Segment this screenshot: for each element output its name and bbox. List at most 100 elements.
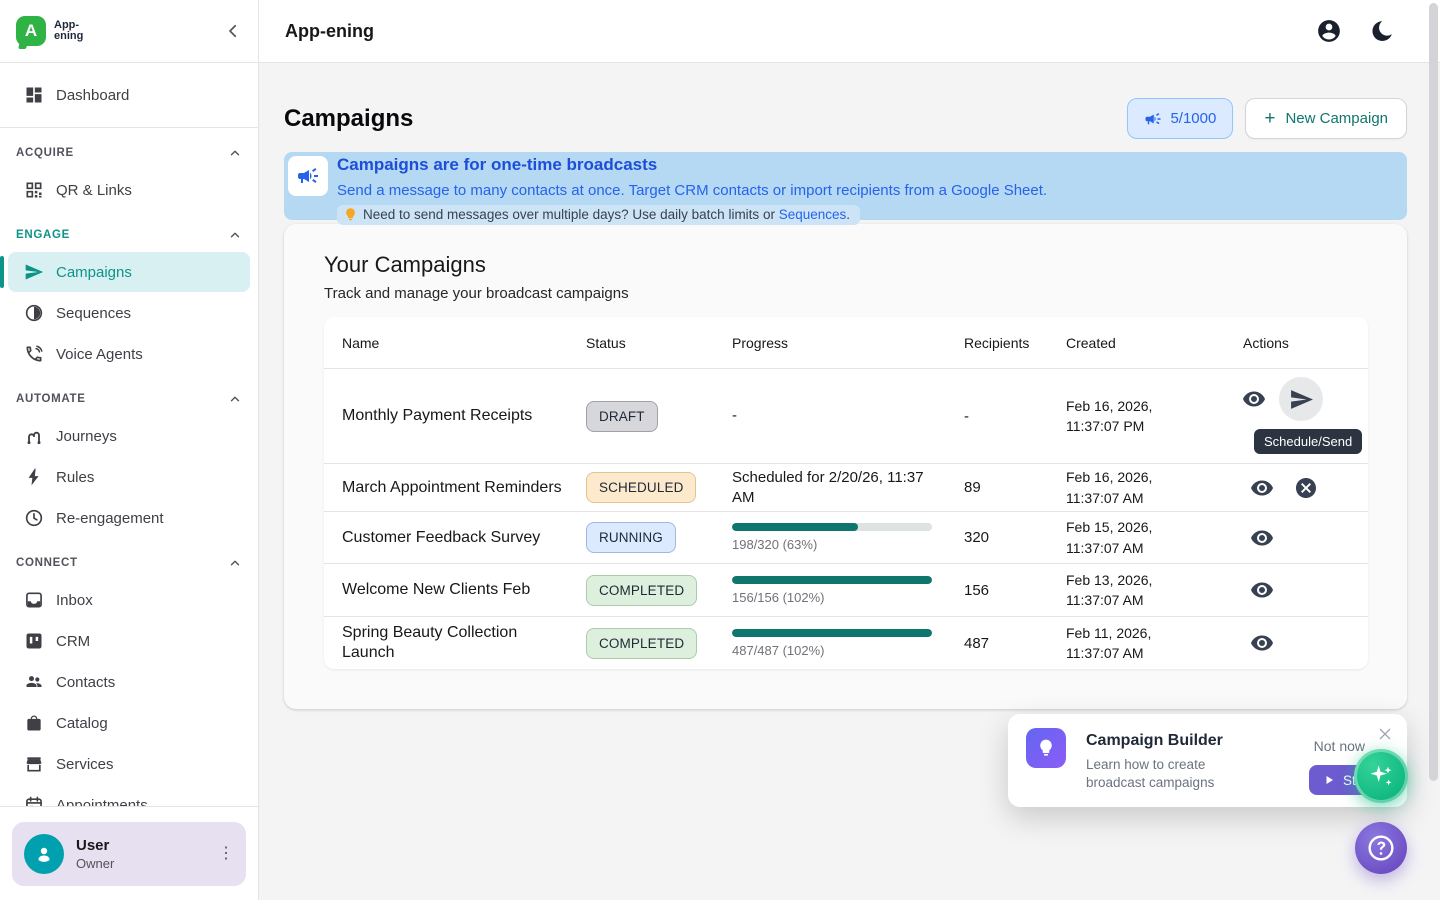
- campaign-quota-badge[interactable]: 5/1000: [1127, 98, 1233, 139]
- card-subtitle: Track and manage your broadcast campaign…: [324, 285, 1368, 302]
- sidebar-item-crm[interactable]: CRM: [8, 621, 250, 661]
- chevron-up-icon: [228, 556, 242, 570]
- scrollbar-thumb[interactable]: [1429, 3, 1438, 781]
- new-campaign-button[interactable]: + New Campaign: [1245, 98, 1407, 139]
- sidebar-item-appointments[interactable]: Appointments: [8, 785, 250, 806]
- topbar-actions: [1316, 18, 1394, 44]
- user-role: Owner: [76, 856, 114, 871]
- campaign-created: Feb 15, 2026, 11:37:07 AM: [1066, 517, 1243, 558]
- campaign-progress: 487/487 (102%): [732, 629, 964, 658]
- dark-mode-toggle[interactable]: [1370, 19, 1394, 43]
- sidebar-item-sequences[interactable]: Sequences: [8, 293, 250, 333]
- progress-bar: [732, 523, 932, 531]
- section-label: ACQUIRE: [16, 147, 74, 159]
- sidebar-item-label: Dashboard: [56, 87, 129, 104]
- status-badge: SCHEDULED: [586, 472, 696, 503]
- table-row: March Appointment Reminders SCHEDULED Sc…: [324, 463, 1368, 511]
- sidebar-item-rules[interactable]: Rules: [8, 457, 250, 497]
- progress-label: 198/320 (63%): [732, 537, 946, 552]
- section-label: ENGAGE: [16, 229, 70, 241]
- sidebar-item-catalog[interactable]: Catalog: [8, 703, 250, 743]
- eye-icon: [1250, 578, 1274, 602]
- campaign-recipients: -: [964, 408, 1066, 425]
- sidebar-item-contacts[interactable]: Contacts: [8, 662, 250, 702]
- ai-assistant-fab[interactable]: [1354, 749, 1408, 803]
- created-time: 11:37:07 AM: [1066, 643, 1225, 663]
- close-popup-button[interactable]: [1373, 722, 1397, 746]
- phone-waves-icon: [24, 344, 44, 364]
- progress-bar: [732, 576, 932, 584]
- sidebar-section-acquire[interactable]: ACQUIRE: [16, 145, 242, 160]
- sidebar-item-label: QR & Links: [56, 182, 132, 199]
- bag-icon: [24, 713, 44, 733]
- megaphone-icon: [288, 156, 328, 196]
- user-card[interactable]: User Owner ⋮: [12, 822, 246, 886]
- progress-fill: [732, 629, 932, 637]
- chevron-left-icon: [224, 22, 242, 40]
- sidebar-divider: [0, 127, 258, 128]
- section-label: AUTOMATE: [16, 393, 86, 405]
- scrollbar[interactable]: [1429, 0, 1438, 900]
- eye-icon: [1250, 526, 1274, 550]
- sidebar-item-dashboard[interactable]: Dashboard: [8, 75, 250, 115]
- sidebar-collapse-button[interactable]: [224, 22, 242, 40]
- page-content: Campaigns 5/1000 + New Campaign: [259, 98, 1440, 709]
- sidebar-item-campaigns[interactable]: Campaigns: [8, 252, 250, 292]
- user-menu-button[interactable]: ⋮: [218, 846, 234, 862]
- campaign-name: March Appointment Reminders: [342, 478, 586, 498]
- campaign-actions: [1235, 377, 1368, 421]
- campaign-actions: [1243, 469, 1368, 507]
- campaign-name: Welcome New Clients Feb: [342, 580, 586, 600]
- view-button[interactable]: [1243, 571, 1281, 609]
- send-icon: [24, 262, 44, 282]
- qr-code-icon: [24, 180, 44, 200]
- app-title: App-ening: [285, 21, 374, 42]
- sidebar-section-connect[interactable]: CONNECT: [16, 555, 242, 570]
- sidebar-section-automate[interactable]: AUTOMATE: [16, 391, 242, 406]
- sidebar-section-engage[interactable]: ENGAGE: [16, 227, 242, 242]
- progress-bar: [732, 629, 932, 637]
- created-time: 11:37:07 AM: [1066, 488, 1225, 508]
- lightbulb-icon: [1026, 728, 1066, 768]
- sidebar-item-journeys[interactable]: Journeys: [8, 416, 250, 456]
- popup-body: Campaign Builder Learn how to create bro…: [1086, 728, 1223, 807]
- sidebar-item-label: Catalog: [56, 715, 108, 732]
- sidebar-item-voice-agents[interactable]: Voice Agents: [8, 334, 250, 374]
- sidebar-item-re-engagement[interactable]: Re-engagement: [8, 498, 250, 538]
- view-button[interactable]: [1243, 624, 1281, 662]
- view-button[interactable]: [1235, 380, 1273, 418]
- campaign-status-cell: DRAFT: [586, 401, 732, 432]
- tip-period: .: [846, 207, 850, 222]
- sidebar-item-qr-links[interactable]: QR & Links: [8, 170, 250, 210]
- progress-label: 487/487 (102%): [732, 643, 946, 658]
- user-avatar: [24, 834, 64, 874]
- sequences-link[interactable]: Sequences: [779, 207, 847, 222]
- not-now-button[interactable]: Not now: [1314, 738, 1365, 754]
- banner-body: Campaigns are for one-time broadcasts Se…: [337, 154, 1047, 220]
- column-header-progress: Progress: [732, 335, 964, 351]
- app-root: A App- ening Dashboard ACQUIRE: [0, 0, 1440, 900]
- table-header-row: Name Status Progress Recipients Created …: [324, 317, 1368, 368]
- eye-icon: [1250, 631, 1274, 655]
- main-area: App-ening Campaigns 5/1000: [259, 0, 1440, 900]
- schedule-send-button[interactable]: [1279, 377, 1323, 421]
- half-circle-icon: [24, 303, 44, 323]
- help-fab[interactable]: [1355, 822, 1407, 874]
- cancel-button[interactable]: [1287, 469, 1325, 507]
- status-badge: DRAFT: [586, 401, 658, 432]
- campaigns-table: Name Status Progress Recipients Created …: [324, 317, 1368, 669]
- cancel-icon: [1294, 476, 1318, 500]
- table-row: Customer Feedback Survey RUNNING 198/320…: [324, 511, 1368, 563]
- view-button[interactable]: [1243, 469, 1281, 507]
- chevron-up-icon: [228, 228, 242, 242]
- banner-tip-text: Need to send messages over multiple days…: [363, 207, 850, 222]
- view-button[interactable]: [1243, 519, 1281, 557]
- eye-icon: [1242, 387, 1266, 411]
- page-title: Campaigns: [284, 105, 413, 133]
- sidebar-item-inbox[interactable]: Inbox: [8, 580, 250, 620]
- account-button[interactable]: [1316, 18, 1342, 44]
- sidebar-item-label: Appointments: [56, 797, 148, 807]
- send-icon: [1289, 387, 1314, 412]
- moon-icon: [1370, 19, 1394, 43]
- sidebar-item-services[interactable]: Services: [8, 744, 250, 784]
